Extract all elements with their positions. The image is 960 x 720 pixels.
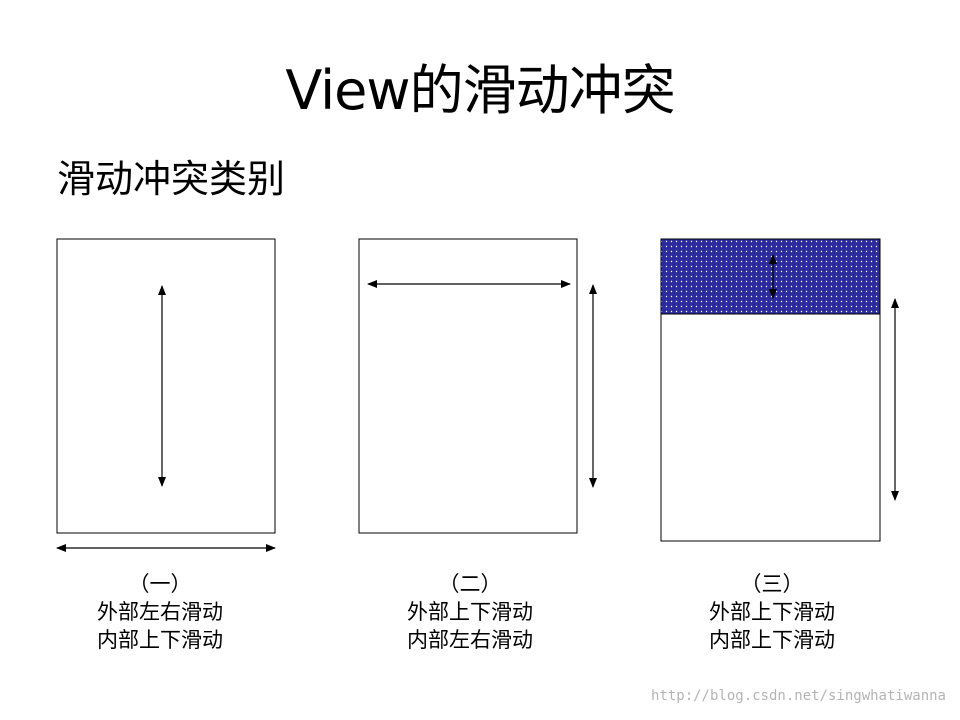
- case-2-inner-label: 内部左右滑动: [407, 628, 533, 652]
- case-1-diagram: [56, 238, 276, 552]
- case-2-caption: （二） 外部上下滑动 内部左右滑动: [360, 570, 580, 654]
- case-3-inner-view: [660, 238, 881, 315]
- case-2-number: （二）: [438, 572, 502, 596]
- case-3-inner-label: 内部上下滑动: [709, 628, 835, 652]
- case-2-diagram: [358, 238, 597, 534]
- case-3-caption: （三） 外部上下滑动 内部上下滑动: [662, 570, 882, 654]
- case-3-diagram: [660, 238, 899, 542]
- case-1-view-box: [56, 238, 276, 534]
- case-3-number: （三）: [740, 572, 804, 596]
- case-3-outer-label: 外部上下滑动: [709, 600, 835, 624]
- case-2-outer-label: 外部上下滑动: [407, 600, 533, 624]
- watermark-url: http://blog.csdn.net/singwhatiwanna: [650, 688, 946, 704]
- case-1-number: （一）: [128, 572, 192, 596]
- case-1-inner-label: 内部上下滑动: [97, 628, 223, 652]
- case-2-view-box: [358, 238, 578, 534]
- case-1-caption: （一） 外部左右滑动 内部上下滑动: [50, 570, 270, 654]
- case-1-outer-label: 外部左右滑动: [97, 600, 223, 624]
